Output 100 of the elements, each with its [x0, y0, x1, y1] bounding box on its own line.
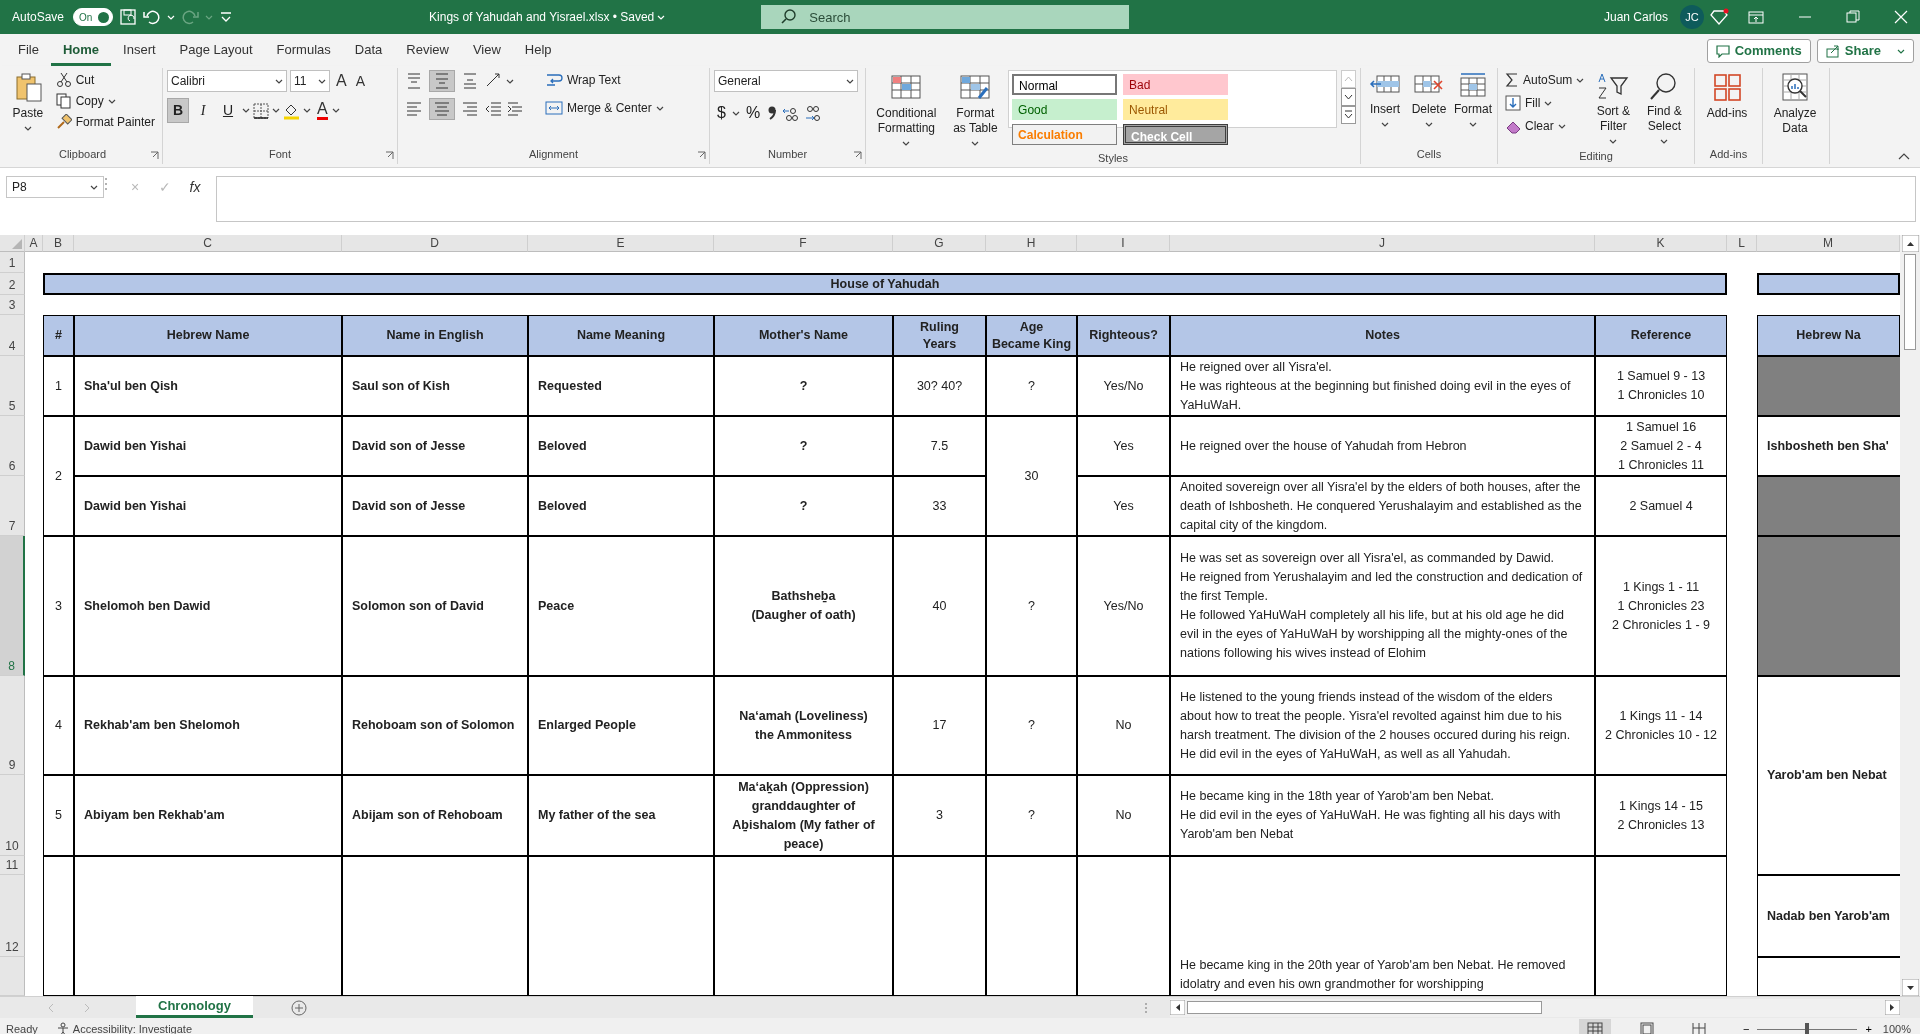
column-header[interactable]: F [714, 235, 893, 252]
row-header[interactable]: 3 [0, 295, 25, 315]
dialog-launcher-icon[interactable] [150, 151, 159, 160]
caret-icon[interactable] [1381, 121, 1389, 128]
ribbon-tab[interactable]: Insert [111, 35, 168, 66]
autosave-toggle[interactable]: On [73, 8, 114, 26]
name-box[interactable]: P8 [6, 176, 104, 198]
scroll-up-icon[interactable] [1901, 235, 1919, 252]
column-header[interactable]: A [25, 235, 43, 252]
currency-button[interactable]: $ [714, 100, 729, 126]
column-header[interactable]: H [986, 235, 1077, 252]
row-header[interactable]: 1 [0, 252, 25, 273]
percent-button[interactable]: % [742, 100, 764, 126]
row-header[interactable]: 10 [0, 775, 25, 856]
ribbon-tab[interactable]: Help [512, 35, 564, 66]
add-sheet-icon[interactable] [290, 999, 307, 1016]
ribbon-tab[interactable]: File [6, 35, 51, 66]
merge-center-button[interactable]: Merge & Center [542, 98, 667, 118]
format-as-table-button[interactable]: Format as Table [946, 70, 1005, 148]
column-header[interactable]: K [1595, 235, 1727, 252]
caret-icon[interactable] [272, 107, 280, 114]
caret-icon[interactable] [90, 183, 98, 191]
number-format-field[interactable]: General [714, 70, 858, 92]
comma-style-icon[interactable] [766, 105, 779, 121]
analyze-data-button[interactable]: Analyze Data [1767, 70, 1823, 162]
caret-icon[interactable] [731, 109, 740, 117]
increase-indent-icon[interactable] [506, 100, 524, 118]
caret-icon[interactable] [902, 140, 911, 147]
cell-style-option[interactable]: Neutral [1123, 99, 1229, 120]
close-icon[interactable] [1894, 10, 1908, 24]
row-header[interactable]: 5 [0, 356, 25, 416]
sort-filter-button[interactable]: Sort & Filter [1591, 70, 1636, 146]
add-ins-button[interactable]: Add-ins [1699, 70, 1755, 144]
clear-button[interactable]: Clear [1502, 116, 1588, 136]
caret-icon[interactable] [1897, 47, 1905, 55]
caret-icon[interactable] [303, 107, 311, 114]
caret-icon[interactable] [1544, 99, 1553, 107]
cut-button[interactable]: Cut [52, 70, 158, 90]
customize-icon[interactable] [219, 10, 234, 24]
font-name-field[interactable]: Calibri [167, 70, 287, 92]
grow-font-button[interactable]: A [333, 72, 350, 90]
column-header[interactable]: L [1727, 235, 1757, 252]
row-header[interactable]: 6 [0, 416, 25, 476]
ribbon-tab[interactable]: Formulas [264, 35, 343, 66]
diamond-icon[interactable] [1710, 8, 1730, 26]
ribbon-display-icon[interactable] [1748, 9, 1764, 25]
column-header[interactable]: I [1077, 235, 1170, 252]
row-header[interactable]: 2 [0, 273, 25, 295]
caret-icon[interactable] [506, 77, 514, 85]
font-size-field[interactable]: 11 [290, 70, 330, 92]
row-header[interactable]: 11 [0, 856, 25, 875]
caret-icon[interactable] [1557, 122, 1566, 130]
wrap-text-button[interactable]: Wrap Text [542, 70, 667, 90]
caret-icon[interactable] [1469, 121, 1477, 128]
copy-button[interactable]: Copy [52, 91, 158, 111]
caret-icon[interactable] [242, 107, 250, 114]
ribbon-tab[interactable]: View [460, 35, 513, 66]
caret-icon[interactable] [1609, 138, 1618, 145]
column-header[interactable]: G [893, 235, 986, 252]
caret-icon[interactable] [1425, 121, 1433, 128]
zoom-out-button[interactable]: − [1735, 1018, 1758, 1034]
zoom-slider-thumb[interactable] [1805, 1022, 1810, 1034]
undo-icon[interactable] [143, 8, 162, 26]
caret-icon[interactable] [846, 77, 854, 85]
ribbon-tab[interactable]: Review [394, 35, 461, 66]
caret-icon[interactable] [655, 104, 664, 112]
conditional-formatting-button[interactable]: Conditional Formatting [870, 70, 943, 148]
caret-icon[interactable] [971, 140, 980, 147]
restore-icon[interactable] [1846, 10, 1860, 24]
decrease-indent-icon[interactable] [485, 100, 503, 118]
shrink-font-button[interactable]: A [352, 73, 368, 89]
scroll-left-icon[interactable] [1170, 1000, 1185, 1015]
italic-button[interactable]: I [192, 99, 214, 122]
column-header[interactable]: M [1757, 235, 1900, 252]
formula-bar-button[interactable]: fx [180, 176, 210, 199]
row-header[interactable]: 8 [0, 536, 25, 676]
caret-icon[interactable] [107, 97, 116, 105]
paste-button[interactable]: Paste [7, 70, 49, 144]
column-header[interactable]: B [43, 235, 74, 252]
ribbon-tab[interactable]: Data [342, 35, 395, 66]
caret-icon[interactable] [275, 77, 283, 85]
row-header[interactable]: 7 [0, 476, 25, 536]
row-header[interactable]: 9 [0, 676, 25, 775]
search-field[interactable]: Search [761, 5, 1130, 29]
column-header[interactable]: C [74, 235, 342, 252]
delete-button[interactable]: Delete [1409, 70, 1449, 144]
scrollbar-thumb[interactable] [1187, 1001, 1542, 1014]
format-button[interactable]: Format [1453, 70, 1493, 144]
ribbon-tab[interactable]: Page Layout [167, 35, 265, 66]
row-header[interactable]: 4 [0, 315, 25, 356]
dialog-launcher-icon[interactable] [853, 151, 862, 160]
autosum-button[interactable]: AutoSum [1502, 70, 1588, 90]
insert-button[interactable]: Insert [1365, 70, 1405, 144]
scroll-down-icon[interactable] [1901, 979, 1919, 996]
find-select-button[interactable]: Find & Select [1639, 70, 1690, 146]
cell-style-option[interactable]: Bad [1123, 74, 1229, 95]
accessibility-icon[interactable] [55, 1021, 70, 1034]
borders-icon[interactable] [253, 102, 269, 119]
format-painter-button[interactable]: Format Painter [52, 112, 158, 132]
more-styles-icon[interactable] [1341, 106, 1356, 124]
